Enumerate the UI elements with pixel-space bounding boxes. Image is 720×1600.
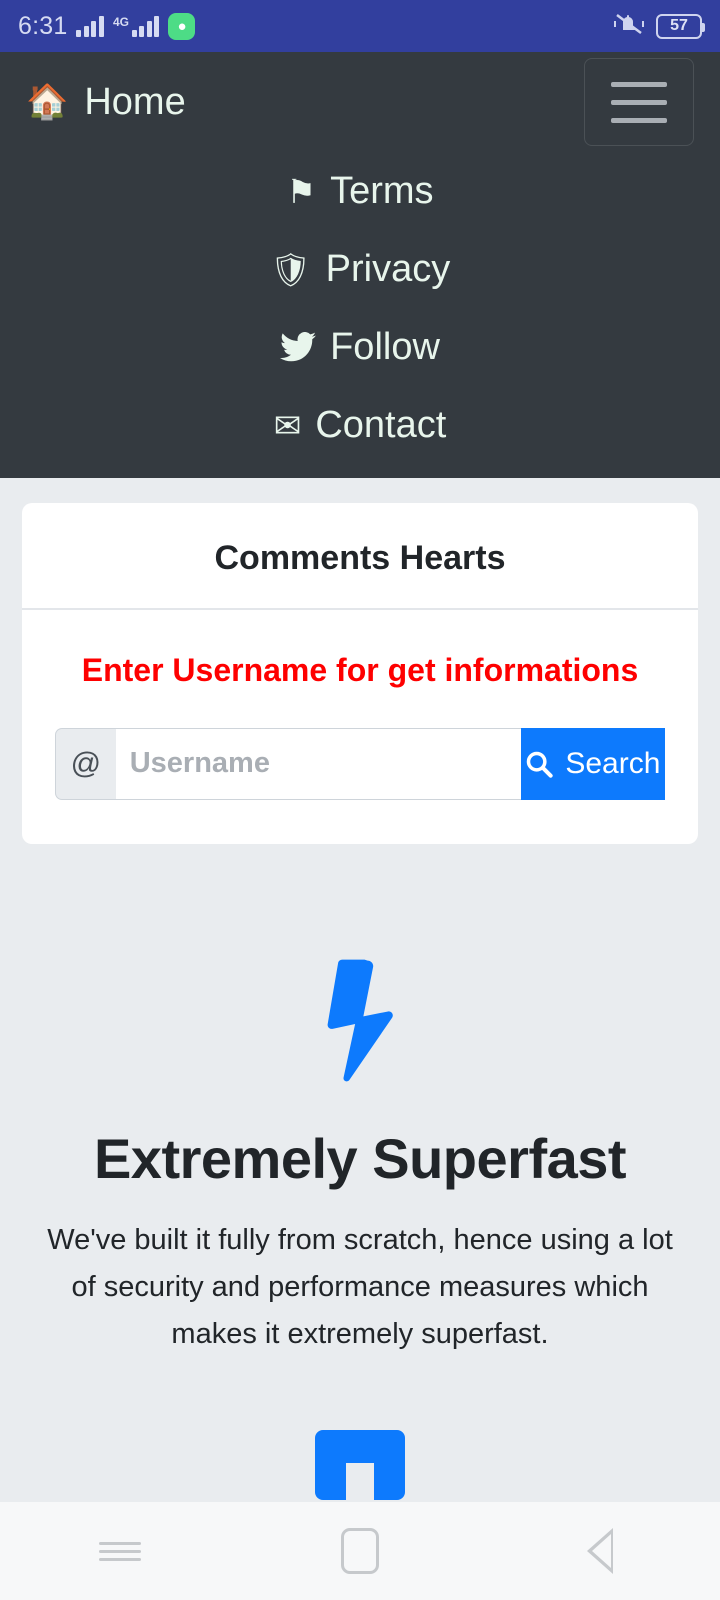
battery-level: 57 — [670, 17, 688, 34]
navbar: 🏠 Home ⚑ Terms 🛡 Privacy Follow ✉ Contac… — [0, 52, 720, 478]
status-time: 6:31 — [18, 11, 68, 40]
signal-bars-secondary-icon — [131, 15, 160, 37]
recents-icon[interactable] — [60, 1516, 180, 1586]
nav-item-label: Terms — [330, 169, 434, 212]
search-button[interactable]: Search — [520, 727, 665, 800]
status-bar-left: 6:31 4G ● — [18, 11, 196, 41]
mobile-screen: 6:31 4G ● 57 🏠 Home ⚑ Terms 🛡 Privacy Fo… — [0, 0, 720, 1600]
lock-icon — [22, 1429, 698, 1500]
page-content: Comments Hearts Enter Username for get i… — [0, 478, 720, 1502]
back-triangle-icon[interactable] — [540, 1516, 660, 1586]
nav-item-follow[interactable]: Follow — [280, 308, 440, 386]
android-navigation-bar — [0, 1502, 720, 1600]
card-body: Enter Username for get informations @ Se… — [22, 610, 698, 844]
battery-indicator: 57 — [656, 13, 705, 39]
search-button-label: Search — [565, 746, 661, 780]
search-icon — [525, 750, 553, 778]
envelope-icon: ✉ — [273, 406, 302, 444]
card-title: Comments Hearts — [214, 539, 506, 577]
feature-section: Extremely Superfast We've built it fully… — [22, 844, 698, 1500]
lightning-bolt-icon — [22, 956, 698, 1084]
at-symbol-prefix: @ — [55, 727, 116, 800]
alert-message: Enter Username for get informations — [81, 652, 639, 688]
home-square-icon[interactable] — [300, 1516, 420, 1586]
rocket-app-icon: ● — [168, 12, 196, 40]
navbar-menu: ⚑ Terms 🛡 Privacy Follow ✉ Contact — [26, 152, 694, 464]
nav-item-contact[interactable]: ✉ Contact — [274, 386, 447, 464]
shield-icon: 🛡 — [269, 250, 312, 288]
home-icon: 🏠 — [26, 83, 69, 121]
navbar-brand-home[interactable]: 🏠 Home — [26, 81, 186, 124]
username-search-group: @ Search — [55, 727, 665, 800]
comments-hearts-card: Comments Hearts Enter Username for get i… — [22, 503, 698, 844]
card-header: Comments Hearts — [22, 503, 698, 608]
bell-muted-icon — [614, 11, 644, 42]
nav-item-label: Follow — [330, 325, 440, 368]
navbar-brand-label: Home — [84, 80, 186, 123]
nav-item-label: Privacy — [325, 247, 451, 290]
twitter-bird-icon — [280, 332, 317, 362]
flag-icon: ⚑ — [286, 172, 317, 210]
feature-description: We've built it fully from scratch, hence… — [47, 1223, 673, 1350]
username-input[interactable] — [115, 727, 521, 800]
feature-title: Extremely Superfast — [93, 1126, 627, 1190]
signal-bars-icon — [76, 15, 104, 37]
status-bar-right: 57 — [614, 11, 705, 42]
navbar-toggler-button[interactable] — [584, 58, 694, 146]
nav-item-label: Contact — [315, 403, 447, 446]
nav-item-terms[interactable]: ⚑ Terms — [286, 152, 433, 230]
nav-item-privacy[interactable]: 🛡 Privacy — [270, 230, 450, 308]
network-type-indicator: 4G — [113, 15, 160, 37]
navbar-top-row: 🏠 Home — [26, 52, 694, 152]
status-bar: 6:31 4G ● 57 — [0, 0, 720, 52]
network-label: 4G — [112, 15, 129, 29]
